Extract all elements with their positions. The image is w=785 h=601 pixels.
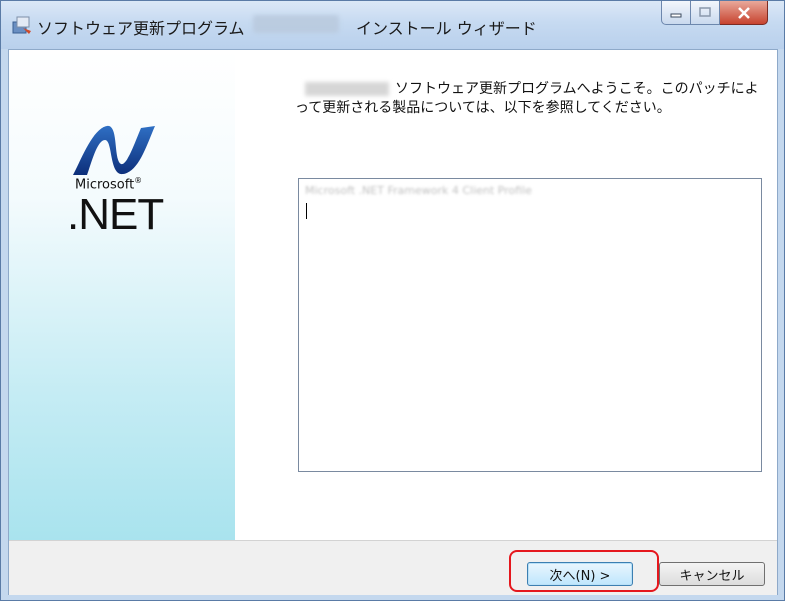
wizard-client-area: Microsoft® .NET ソフトウェア更新プログラムへようこそ。このパッチ… — [8, 49, 778, 595]
maximize-button[interactable] — [691, 1, 720, 25]
next-button[interactable]: 次へ(N) > — [527, 562, 633, 586]
caption-buttons — [661, 1, 768, 26]
welcome-message: ソフトウェア更新プログラムへようこそ。このパッチによ って更新される製品について… — [295, 80, 765, 118]
welcome-line-1: ソフトウェア更新プログラムへようこそ。このパッチによ — [395, 81, 759, 97]
window-title-prefix: ソフトウェア更新プログラム — [37, 19, 245, 38]
close-icon — [737, 6, 750, 19]
cancel-button[interactable]: キャンセル — [659, 562, 765, 586]
installer-app-icon — [12, 16, 31, 34]
text-caret — [306, 203, 307, 219]
brand-dotnet: .NET — [67, 190, 164, 239]
title-bar[interactable]: ソフトウェア更新プログラム インストール ウィザード — [1, 1, 784, 49]
minimize-button[interactable] — [661, 1, 691, 25]
close-button[interactable] — [720, 1, 768, 25]
products-list-item: Microsoft .NET Framework 4 Client Profil… — [305, 184, 532, 197]
welcome-line-2: って更新される製品については、以下を参照してください。 — [295, 100, 671, 116]
installer-window: ソフトウェア更新プログラム インストール ウィザード Microsoft® .N… — [0, 0, 785, 601]
dotnet-logo-icon — [73, 125, 155, 175]
minimize-icon — [670, 13, 682, 17]
title-redacted-name — [253, 15, 339, 33]
wizard-sidebar-banner: Microsoft® .NET — [9, 50, 235, 540]
wizard-footer: 次へ(N) > キャンセル — [9, 540, 777, 595]
window-title-suffix: インストール ウィザード — [356, 19, 537, 38]
products-textbox[interactable]: Microsoft .NET Framework 4 Client Profil… — [298, 178, 762, 472]
maximize-icon — [699, 7, 711, 17]
